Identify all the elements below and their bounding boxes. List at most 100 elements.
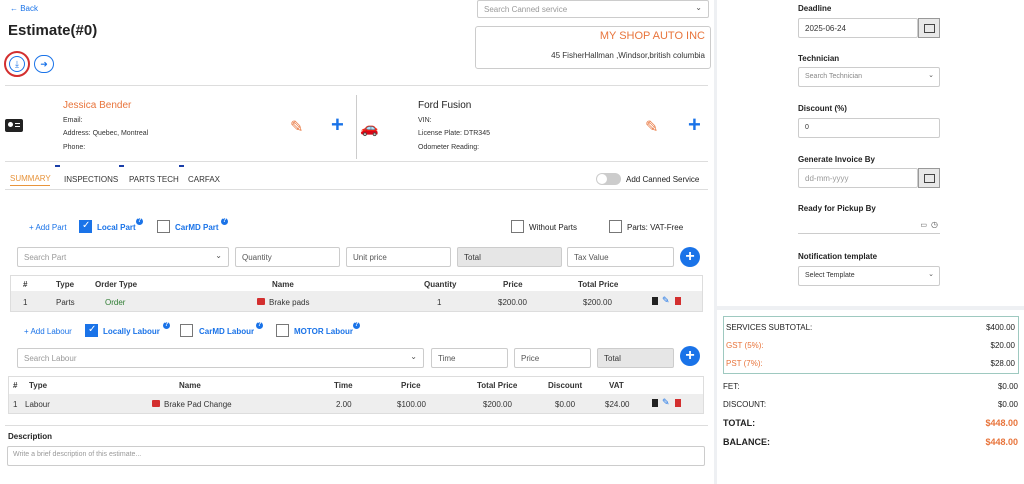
- vat-free-checkbox[interactable]: [609, 220, 622, 233]
- tab-active-indicator: [10, 185, 50, 186]
- shop-name: MY SHOP AUTO INC: [599, 30, 705, 42]
- edit-icon[interactable]: ✎: [662, 397, 670, 408]
- motor-labour-checkbox[interactable]: [276, 324, 289, 337]
- customer-name[interactable]: Jessica Bender: [63, 100, 131, 111]
- search-part-placeholder: Search Part: [24, 253, 67, 262]
- document-icon[interactable]: [652, 399, 658, 407]
- col-header: #: [23, 280, 28, 289]
- labour-num: 1: [13, 400, 18, 409]
- divider: [356, 95, 357, 159]
- col-header: Type: [29, 381, 48, 390]
- help-icon[interactable]: ?: [163, 322, 170, 329]
- toolbox-icon: [257, 298, 265, 305]
- vehicle-vin: VIN:: [418, 117, 432, 124]
- labour-name: Brake Pad Change: [164, 400, 232, 409]
- carmd-labour-label: CarMD Labour: [199, 327, 255, 336]
- tax-value-input[interactable]: Tax Value: [567, 247, 674, 267]
- delete-icon[interactable]: [675, 297, 681, 305]
- local-part-checkbox[interactable]: [79, 220, 92, 233]
- technician-label: Technician: [798, 54, 840, 63]
- pickup-label: Ready for Pickup By: [798, 204, 876, 213]
- tab-carfax[interactable]: CARFAX: [188, 175, 220, 184]
- calendar-icon[interactable]: [918, 18, 940, 38]
- add-labour-link[interactable]: + Add Labour: [24, 327, 72, 336]
- col-header: Type: [56, 280, 75, 289]
- tab-inspections[interactable]: INSPECTIONS: [64, 175, 118, 184]
- unit-price-input[interactable]: Unit price: [346, 247, 451, 267]
- tab-summary[interactable]: SUMMARY: [10, 174, 51, 183]
- col-header: Time: [334, 381, 353, 390]
- deadline-input[interactable]: 2025-06-24: [798, 18, 918, 38]
- chevron-down-icon: ⌄: [928, 271, 934, 278]
- add-canned-toggle[interactable]: [596, 173, 621, 185]
- labour-time: 2.00: [336, 400, 352, 409]
- without-parts-label: Without Parts: [529, 223, 578, 232]
- delete-icon[interactable]: [675, 399, 681, 407]
- download-icon[interactable]: ⤓: [9, 56, 25, 72]
- price-input[interactable]: Price: [514, 348, 591, 368]
- discount-input[interactable]: 0: [798, 118, 940, 138]
- local-labour-label: Locally Labour: [103, 327, 160, 336]
- description-textarea[interactable]: Write a brief description of this estima…: [7, 446, 705, 466]
- edit-icon[interactable]: ✎: [662, 295, 670, 306]
- clock-icon[interactable]: ◷: [931, 220, 938, 229]
- notification-select[interactable]: Select Template ⌄: [798, 266, 940, 286]
- vehicle-plate: License Plate: DTR345: [418, 130, 490, 137]
- col-header: #: [13, 381, 18, 390]
- quantity-input[interactable]: Quantity: [235, 247, 340, 267]
- customer-address: Address: Quebec, Montreal: [63, 130, 149, 137]
- calendar-icon[interactable]: [918, 168, 940, 188]
- without-parts-checkbox[interactable]: [511, 220, 524, 233]
- add-labour-button[interactable]: +: [680, 346, 700, 366]
- send-icon[interactable]: ➜: [34, 55, 54, 73]
- notification-placeholder: Select Template: [805, 272, 855, 279]
- add-part-link[interactable]: + Add Part: [29, 223, 67, 232]
- col-header: Quantity: [424, 280, 457, 289]
- pickup-datetime-input[interactable]: ▭ ◷: [798, 218, 940, 234]
- back-link[interactable]: ← Back: [10, 4, 38, 13]
- invoice-date-input[interactable]: dd-mm-yyyy: [798, 168, 918, 188]
- technician-select[interactable]: Search Technician ⌄: [798, 67, 940, 87]
- notification-label: Notification template: [798, 252, 878, 261]
- description-label: Description: [8, 432, 53, 441]
- col-header: Price: [503, 280, 523, 289]
- customer-phone: Phone:: [63, 144, 86, 151]
- edit-customer-icon[interactable]: ✎: [290, 117, 303, 137]
- time-input[interactable]: Time: [431, 348, 508, 368]
- fet-value: $0.00: [997, 382, 1018, 391]
- gst-label: GST (5%):: [726, 341, 764, 350]
- add-customer-icon[interactable]: +: [331, 112, 344, 138]
- col-header: Name: [272, 280, 294, 289]
- local-labour-checkbox[interactable]: [85, 324, 98, 337]
- carmd-labour-checkbox[interactable]: [180, 324, 193, 337]
- search-labour-input[interactable]: Search Labour ⌄: [17, 348, 424, 368]
- id-card-icon: [5, 119, 23, 132]
- total-label: TOTAL:: [723, 418, 756, 428]
- deadline-label: Deadline: [798, 4, 832, 13]
- help-icon[interactable]: ?: [136, 218, 143, 225]
- carmd-part-checkbox[interactable]: [157, 220, 170, 233]
- add-part-button[interactable]: +: [680, 247, 700, 267]
- add-vehicle-icon[interactable]: +: [688, 112, 701, 138]
- labour-row-bg: [9, 394, 703, 413]
- vehicle-odometer: Odometer Reading:: [418, 144, 480, 151]
- help-icon[interactable]: ?: [256, 322, 263, 329]
- help-icon[interactable]: ?: [221, 218, 228, 225]
- tab-parts-tech[interactable]: PARTS TECH: [129, 175, 179, 184]
- canned-service-search[interactable]: Search Canned service ⌄: [477, 0, 709, 18]
- search-part-input[interactable]: Search Part ⌄: [17, 247, 229, 267]
- divider: [5, 161, 708, 162]
- customer-email: Email:: [63, 117, 83, 124]
- help-icon[interactable]: ?: [353, 322, 360, 329]
- car-icon: 🚗: [360, 120, 379, 137]
- invoice-label: Generate Invoice By: [798, 155, 875, 164]
- part-type: Parts: [56, 298, 75, 307]
- chevron-down-icon: ⌄: [695, 3, 702, 12]
- document-icon[interactable]: [652, 297, 658, 305]
- pst-value: $28.00: [990, 359, 1015, 368]
- balance-value: $448.00: [985, 437, 1018, 447]
- vehicle-name[interactable]: Ford Fusion: [418, 100, 471, 111]
- calendar-small-icon[interactable]: ▭: [920, 221, 927, 229]
- chevron-down-icon: ⌄: [410, 352, 417, 361]
- edit-vehicle-icon[interactable]: ✎: [645, 117, 658, 137]
